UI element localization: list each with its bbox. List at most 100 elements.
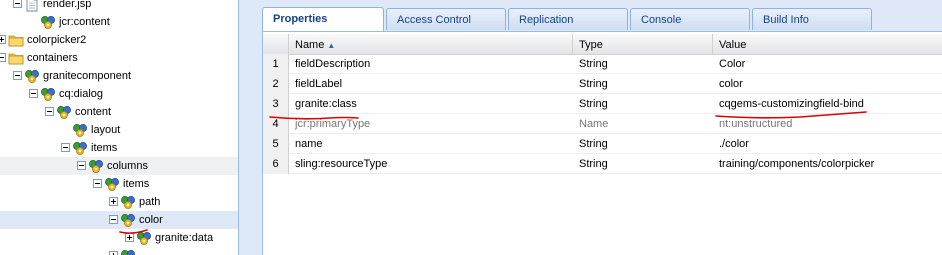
tree-node-label: granitecomponent bbox=[43, 70, 132, 82]
folder-icon bbox=[8, 50, 24, 66]
table-row[interactable]: 5 name String ./color bbox=[263, 134, 942, 154]
table-row[interactable]: 1 fieldDescription String Color bbox=[263, 54, 942, 74]
node-icon bbox=[72, 140, 88, 156]
collapse-toggle-icon[interactable] bbox=[45, 107, 54, 116]
tab-bar: Properties Access Control Replication Conso… bbox=[262, 6, 942, 32]
node-icon bbox=[136, 230, 152, 246]
node-icon bbox=[120, 194, 136, 210]
tree-node-label: render.jsp bbox=[43, 0, 92, 10]
tree-node[interactable]: colorpicker2 bbox=[0, 31, 238, 49]
table-row[interactable]: 4 jcr:primaryType Name nt:unstructured bbox=[263, 114, 942, 134]
tree-node[interactable]: render.jsp bbox=[0, 0, 238, 13]
tree-node[interactable]: items bbox=[0, 175, 238, 193]
collapse-toggle-icon[interactable] bbox=[77, 161, 86, 170]
cell-value[interactable]: ./color bbox=[713, 134, 942, 154]
tree-node[interactable]: containers bbox=[0, 49, 238, 67]
cell-name[interactable]: sling:resourceType bbox=[289, 154, 573, 174]
expand-toggle-icon[interactable] bbox=[0, 35, 6, 44]
node-icon bbox=[56, 104, 72, 120]
tab-replication[interactable]: Replication bbox=[508, 8, 628, 30]
tree-node[interactable]: granitecomponent bbox=[0, 67, 238, 85]
tree-node-label: jcr:content bbox=[59, 16, 110, 28]
file-icon bbox=[24, 0, 40, 12]
cell-value[interactable]: nt:unstructured bbox=[713, 114, 942, 134]
tree-node-label: columns bbox=[107, 160, 148, 172]
tree-node-label: layout bbox=[91, 124, 121, 136]
tree-node[interactable] bbox=[0, 247, 238, 255]
node-icon bbox=[72, 122, 88, 138]
cell-name[interactable]: fieldLabel bbox=[289, 74, 573, 94]
tab-access-control[interactable]: Access Control bbox=[386, 8, 506, 30]
tree-node-label: containers bbox=[27, 52, 78, 64]
tree-node[interactable]: jcr:content bbox=[0, 13, 238, 31]
row-number: 2 bbox=[263, 74, 289, 94]
column-header-value[interactable]: Value bbox=[713, 34, 942, 54]
tree-node-label: content bbox=[75, 106, 112, 118]
cell-value[interactable]: cqgems-customizingfield-bind bbox=[713, 94, 942, 114]
tree-node-label: items bbox=[123, 178, 150, 190]
cell-name[interactable]: fieldDescription bbox=[289, 54, 573, 74]
column-header-label: Type bbox=[579, 39, 603, 51]
cell-name[interactable]: jcr:primaryType bbox=[289, 114, 573, 134]
tree-node[interactable]: content bbox=[0, 103, 238, 121]
grid-header: Name ▲ Type Value bbox=[263, 34, 942, 55]
tree-node[interactable]: color bbox=[0, 211, 238, 229]
repository-tree: render.jsp jcr:content colorpicker2 contain… bbox=[0, 0, 238, 255]
node-icon bbox=[40, 14, 56, 30]
cell-type[interactable]: String bbox=[573, 134, 713, 154]
column-header-label: Value bbox=[719, 39, 747, 51]
column-header-name[interactable]: Name ▲ bbox=[289, 34, 573, 54]
cell-type[interactable]: Name bbox=[573, 114, 713, 134]
row-number: 6 bbox=[263, 154, 289, 174]
cell-value[interactable]: color bbox=[713, 74, 942, 94]
collapse-toggle-icon[interactable] bbox=[0, 53, 6, 62]
table-row[interactable]: 6 sling:resourceType String training/compon… bbox=[263, 154, 942, 174]
cell-type[interactable]: String bbox=[573, 94, 713, 114]
row-number-header bbox=[263, 34, 289, 54]
cell-value[interactable]: training/components/colorpicker bbox=[713, 154, 942, 174]
cell-type[interactable]: String bbox=[573, 54, 713, 74]
node-icon bbox=[120, 212, 136, 228]
table-row[interactable]: 2 fieldLabel String color bbox=[263, 74, 942, 94]
collapse-toggle-icon[interactable] bbox=[93, 179, 102, 188]
table-row[interactable]: 3 granite:class String cqgems-customizingfi… bbox=[263, 94, 942, 114]
node-icon bbox=[104, 176, 120, 192]
sort-ascending-icon: ▲ bbox=[327, 41, 336, 50]
tree-node[interactable]: path bbox=[0, 193, 238, 211]
row-number: 1 bbox=[263, 54, 289, 74]
node-icon bbox=[40, 86, 56, 102]
collapse-toggle-icon[interactable] bbox=[13, 0, 22, 8]
tree-node-label: items bbox=[91, 142, 118, 154]
tree-node[interactable]: granite:data bbox=[0, 229, 238, 247]
cell-name[interactable]: granite:class bbox=[289, 94, 573, 114]
collapse-toggle-icon[interactable] bbox=[61, 143, 70, 152]
tree-node[interactable]: layout bbox=[0, 121, 238, 139]
column-header-label: Name bbox=[295, 39, 325, 51]
node-icon bbox=[24, 68, 40, 84]
collapse-toggle-icon[interactable] bbox=[13, 71, 22, 80]
collapse-toggle-icon[interactable] bbox=[109, 215, 118, 224]
row-number: 3 bbox=[263, 94, 289, 114]
tab-build-info[interactable]: Build Info bbox=[752, 8, 872, 30]
expand-toggle-icon[interactable] bbox=[109, 251, 118, 255]
tab-properties[interactable]: Properties bbox=[262, 7, 384, 31]
cell-type[interactable]: String bbox=[573, 74, 713, 94]
tree-node-label: color bbox=[139, 214, 163, 226]
cell-name[interactable]: name bbox=[289, 134, 573, 154]
row-number: 4 bbox=[263, 114, 289, 134]
tree-node[interactable]: items bbox=[0, 139, 238, 157]
expand-toggle-icon[interactable] bbox=[125, 233, 134, 242]
panel-splitter[interactable] bbox=[238, 0, 256, 255]
node-icon bbox=[88, 158, 104, 174]
tree-node[interactable]: columns bbox=[0, 157, 238, 175]
collapse-toggle-icon[interactable] bbox=[29, 89, 38, 98]
column-header-type[interactable]: Type bbox=[573, 34, 713, 54]
cell-type[interactable]: String bbox=[573, 154, 713, 174]
tree-node-label: path bbox=[139, 196, 161, 208]
tree-node-label: cq:dialog bbox=[59, 88, 104, 100]
tree-node-label: granite:data bbox=[155, 232, 214, 244]
expand-toggle-icon[interactable] bbox=[109, 197, 118, 206]
tab-console[interactable]: Console bbox=[630, 8, 750, 30]
tree-node[interactable]: cq:dialog bbox=[0, 85, 238, 103]
cell-value[interactable]: Color bbox=[713, 54, 942, 74]
